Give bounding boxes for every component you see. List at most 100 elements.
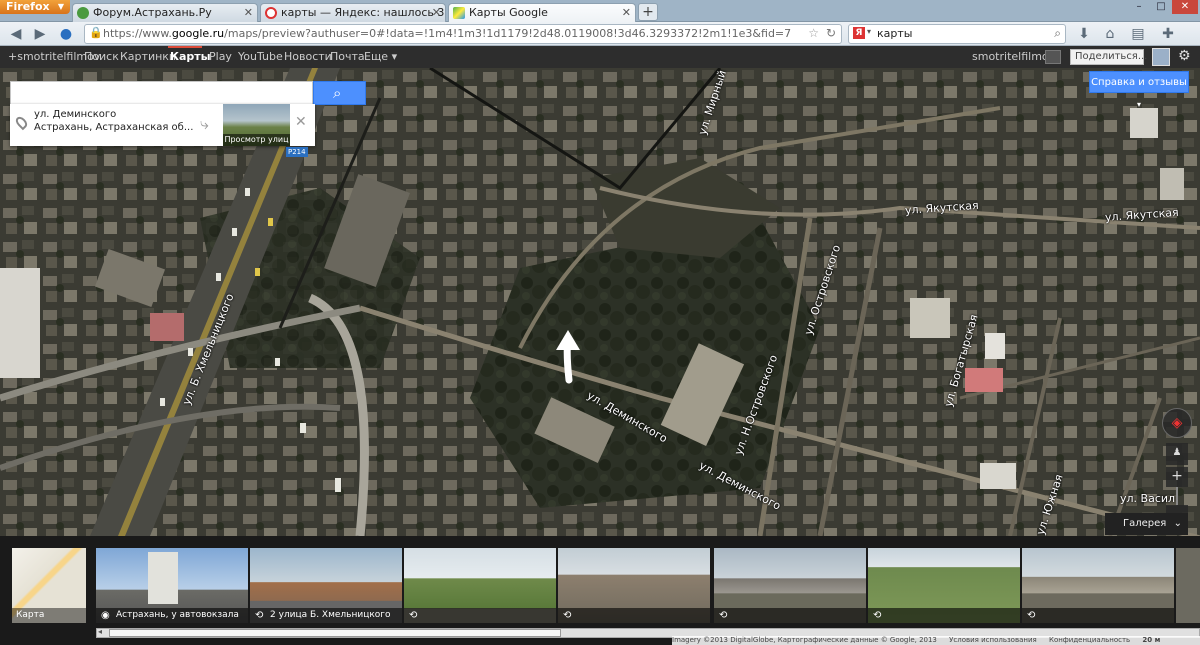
terms-link[interactable]: Условия использования: [949, 636, 1037, 644]
gallery-label: Галерея: [1123, 518, 1167, 529]
gbar-item-mail[interactable]: Почта: [330, 46, 365, 68]
browser-tab-bar: Firefox ▼ Форум.Астрахань.Ру ✕ карты — Я…: [0, 0, 1200, 23]
thumb-caption: ◉ Астрахань, у автовокзала: [96, 608, 248, 623]
back-button[interactable]: ◀: [6, 25, 26, 43]
panorama-icon: ⟲: [719, 610, 728, 621]
yandex-favicon-icon: [265, 7, 277, 19]
gbar-item-more[interactable]: Еще ▾: [364, 46, 397, 68]
downloads-button[interactable]: ⬇: [1074, 25, 1094, 43]
gbar-item-search[interactable]: Поиск: [84, 46, 119, 68]
compass-icon: ◈: [1171, 415, 1183, 431]
gbar-item-youtube[interactable]: YouTube: [238, 46, 283, 68]
tab-yandex[interactable]: карты — Яндекс: нашлось 313 млн ... ✕: [260, 3, 446, 22]
firefox-menu-button[interactable]: Firefox ▼: [0, 0, 70, 14]
addons-button[interactable]: ✚: [1158, 25, 1178, 43]
panorama-icon: ⟲: [1027, 610, 1036, 621]
photo-thumbnail[interactable]: ⟲: [868, 548, 1020, 623]
photo-thumbnail[interactable]: ⟲: [714, 548, 866, 623]
photo-thumbnail[interactable]: [1176, 548, 1200, 623]
gbar-item-play[interactable]: Play: [209, 46, 232, 68]
thumb-caption: ⟲: [1022, 608, 1174, 623]
thumb-caption: ⟲: [558, 608, 710, 623]
tab-forum[interactable]: Форум.Астрахань.Ру ✕: [72, 3, 258, 22]
maps-search-input[interactable]: [10, 81, 313, 105]
share-button[interactable]: Поделиться...: [1070, 49, 1147, 65]
thumb-caption: ⟲: [868, 608, 1020, 623]
place-card[interactable]: ул. Деминского Астрахань, Астраханская о…: [10, 104, 315, 157]
lock-icon: 🔒: [89, 26, 103, 39]
tab-label: карты — Яндекс: нашлось 313 млн ...: [281, 6, 445, 19]
search-icon: ⌕: [333, 84, 342, 102]
map-thumbnail[interactable]: Карта: [12, 548, 86, 623]
home-button[interactable]: ⌂: [1100, 25, 1120, 43]
search-bar[interactable]: Я ▾ карты ⌕: [848, 24, 1066, 44]
home-icon: ⌂: [1105, 26, 1115, 42]
zoom-in-button[interactable]: +: [1166, 467, 1188, 487]
gbar-item-news[interactable]: Новости: [284, 46, 332, 68]
minimize-button[interactable]: –: [1128, 0, 1150, 14]
photo-thumbnail[interactable]: ◉ Астрахань, у автовокзала: [96, 548, 248, 623]
yandex-search-engine-icon[interactable]: Я: [853, 27, 865, 39]
gear-icon[interactable]: ⚙: [1178, 48, 1191, 64]
compass-control[interactable]: ◈: [1162, 408, 1192, 438]
history-button[interactable]: ●: [56, 25, 76, 43]
bookmark-star-icon[interactable]: ☆: [808, 26, 819, 40]
thumb-caption: ⟲: [404, 608, 556, 623]
avatar[interactable]: [1152, 48, 1170, 66]
google-maps-favicon-icon: [453, 7, 465, 19]
panorama-icon: ⟲: [563, 610, 572, 621]
forward-button[interactable]: ▶: [30, 25, 50, 43]
url-bar[interactable]: 🔒 https://www.google.ru/maps/preview?aut…: [84, 24, 842, 44]
bookmarks-button[interactable]: ▤: [1128, 25, 1148, 43]
satellite-map[interactable]: ул. Деминского ул. Деминского ул. Б. Хме…: [0, 68, 1200, 536]
imagery-attribution: Imagery ©2013 DigitalGlobe, Картографиче…: [672, 636, 937, 644]
tab-label: Форум.Астрахань.Ру: [93, 6, 212, 19]
zoom-slider[interactable]: [1176, 487, 1178, 505]
search-icon[interactable]: ⌕: [1054, 26, 1061, 41]
url-text: https://www.google.ru/maps/preview?authu…: [103, 27, 792, 40]
maximize-button[interactable]: □: [1150, 0, 1172, 14]
place-name: ул. Деминского: [34, 109, 117, 120]
chevron-down-icon: ⌄: [1173, 518, 1182, 529]
gbar-item-images[interactable]: Картинки: [120, 46, 176, 68]
chevron-down-icon: ▼: [57, 2, 64, 11]
close-icon[interactable]: ✕: [622, 4, 631, 21]
scrollbar-thumb[interactable]: [109, 629, 561, 637]
photo-thumbnail[interactable]: ⟲ 2 улица Б. Хмельницкого: [250, 548, 402, 623]
gbar-user-name[interactable]: smotritelfilmov: [972, 46, 1055, 68]
reload-icon[interactable]: ↻: [826, 26, 836, 40]
photo-thumbnail[interactable]: ⟲: [1022, 548, 1174, 623]
directions-icon[interactable]: ⤷: [200, 114, 209, 134]
close-icon[interactable]: ✕: [295, 114, 307, 130]
pin-icon: [13, 114, 30, 131]
privacy-link[interactable]: Конфиденциальность: [1049, 636, 1130, 644]
help-feedback-button[interactable]: Справка и отзывы ▾: [1089, 71, 1189, 109]
maps-search-button[interactable]: ⌕: [313, 81, 366, 105]
tab-google-maps[interactable]: Карты Google ✕: [448, 3, 636, 23]
scroll-left-icon[interactable]: ◂: [98, 627, 102, 636]
thumb-caption: ⟲ 2 улица Б. Хмельницкого: [250, 608, 402, 623]
close-icon[interactable]: ✕: [432, 4, 441, 21]
pegman-icon: ♟: [1172, 447, 1182, 458]
notifications-icon[interactable]: [1045, 50, 1061, 64]
street-view-thumbnail[interactable]: Просмотр улиц: [223, 104, 290, 146]
tab-label: Карты Google: [469, 6, 548, 19]
close-window-button[interactable]: ✕: [1172, 0, 1198, 14]
navigation-toolbar: ◀ ▶ ● 🔒 https://www.google.ru/maps/previ…: [0, 22, 1200, 46]
gbar-item-maps[interactable]: Карты: [170, 46, 211, 68]
puzzle-icon: ✚: [1162, 26, 1174, 42]
bookmarks-icon: ▤: [1131, 26, 1145, 42]
search-bar-value: карты: [877, 27, 913, 40]
photo-thumbnail[interactable]: ⟲: [404, 548, 556, 623]
panorama-icon: ⟲: [409, 610, 418, 621]
close-icon[interactable]: ✕: [244, 4, 253, 21]
photo-thumbnail[interactable]: ⟲: [558, 548, 710, 623]
download-arrow-icon: ⬇: [1078, 26, 1090, 42]
street-view-label: Просмотр улиц: [223, 134, 290, 146]
new-tab-button[interactable]: +: [638, 3, 658, 21]
street-view-pegman-button[interactable]: ♟: [1166, 443, 1188, 465]
gallery-toggle-button[interactable]: Галерея ⌄: [1105, 513, 1188, 535]
chevron-down-icon[interactable]: ▾: [867, 27, 871, 36]
tower-shape: [148, 552, 178, 604]
panorama-icon: ⟲: [255, 610, 264, 621]
